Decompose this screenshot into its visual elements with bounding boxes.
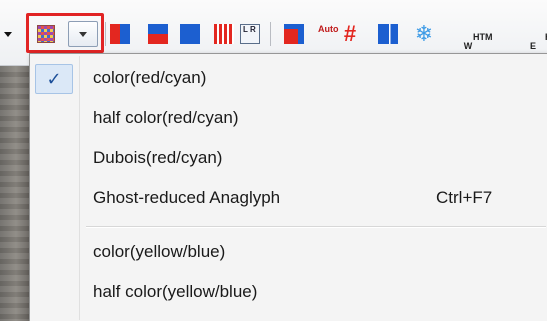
menu-separator: [86, 226, 546, 228]
toolbar-overflow-arrow[interactable]: [2, 22, 14, 46]
highlight-annotation: [26, 13, 104, 53]
menu-item-label: half color(yellow/blue): [93, 282, 258, 301]
anaglyph-menu: ✓ color(red/cyan) half color(red/cyan) D…: [29, 53, 547, 321]
htm-w-icon: HTM W: [463, 32, 493, 51]
side-by-side-button[interactable]: [378, 24, 398, 44]
overlap-button[interactable]: [284, 24, 304, 44]
menu-item-dubois-red-cyan[interactable]: Dubois(red/cyan): [32, 140, 546, 176]
auto-align-button[interactable]: Auto: [318, 24, 339, 44]
menu-item-shortcut: Ctrl+F7: [436, 188, 493, 207]
menu-item-half-color-red-cyan[interactable]: half color(red/cyan): [32, 100, 546, 136]
half-horizontal-button[interactable]: [148, 24, 168, 44]
document-button[interactable]: L R: [240, 24, 260, 44]
menu-item-label: half color(red/cyan): [93, 108, 239, 127]
menu-item-label: Ghost-reduced Anaglyph: [93, 188, 281, 207]
chevron-down-icon: [4, 31, 12, 37]
menu-item-label: Dubois(red/cyan): [93, 148, 223, 167]
check-icon: ✓: [35, 64, 73, 94]
auto-icon-label: Auto: [318, 24, 339, 34]
menu-item-color-yellow-blue[interactable]: color(yellow/blue): [32, 234, 546, 270]
menu-item-color-red-cyan[interactable]: ✓ color(red/cyan): [32, 60, 546, 96]
htm-e-icon: HT E: [530, 33, 547, 51]
htm-e-button[interactable]: HT E: [530, 24, 547, 51]
interlace-button[interactable]: [214, 24, 234, 44]
toolbar-separator: [105, 22, 106, 46]
menu-item-half-color-yellow-blue[interactable]: half color(yellow/blue): [32, 274, 546, 310]
menu-item-label: color(red/cyan): [93, 68, 207, 87]
hash-button[interactable]: #: [340, 23, 360, 45]
toolbar-separator: [270, 22, 271, 46]
menu-item-ghost-reduced[interactable]: Ghost-reduced Anaglyph Ctrl+F7: [32, 180, 546, 216]
blue-block-button[interactable]: [180, 24, 200, 44]
htm-w-button[interactable]: HTM W: [458, 24, 493, 51]
app-window: L R Auto # ❄ HTM W HT E ✓ color(red/cyan…: [0, 0, 547, 321]
menu-item-label: color(yellow/blue): [93, 242, 226, 261]
doc-icon-label: L R: [243, 25, 256, 34]
snowflake-button[interactable]: ❄: [414, 23, 434, 45]
half-split-button[interactable]: [110, 24, 130, 44]
